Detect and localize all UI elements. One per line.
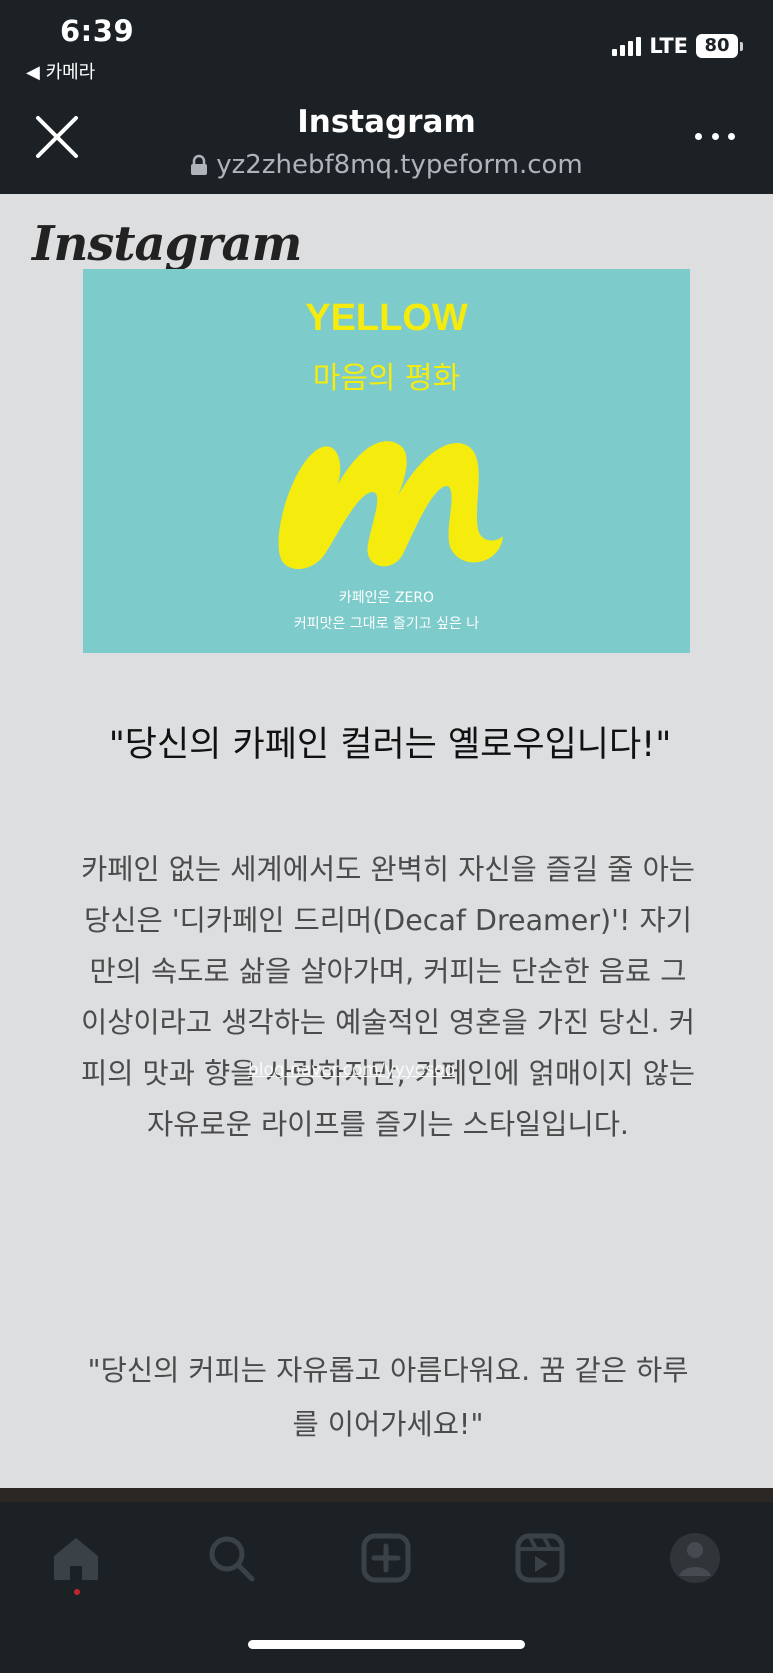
status-time: 6:39 bbox=[60, 14, 135, 48]
battery-icon: 80 bbox=[696, 34, 743, 58]
browser-url-bar[interactable]: yz2zhebf8mq.typeform.com bbox=[0, 150, 773, 180]
browser-url: yz2zhebf8mq.typeform.com bbox=[216, 150, 583, 180]
card-m-graphic-icon bbox=[278, 441, 503, 570]
result-closing-quote: "당신의 커피는 자유롭고 아름다워요. 꿈 같은 하루를 이어가세요!" bbox=[87, 1354, 689, 1441]
browser-title: Instagram bbox=[297, 104, 476, 140]
card-caption-line-2: 커피맛은 그대로 즐기고 싶은 나 bbox=[293, 616, 480, 632]
lock-icon bbox=[191, 154, 208, 175]
more-options-button[interactable] bbox=[695, 128, 735, 144]
nav-profile-button[interactable] bbox=[667, 1530, 723, 1586]
more-icon bbox=[695, 132, 702, 140]
card-caption-line-1: 카페인은 ZERO bbox=[338, 590, 435, 606]
result-card-image: YELLOW 마음의 평화 카페인은 ZERO 커피맛은 그대로 즐기고 싶은 … bbox=[83, 269, 690, 653]
bottom-navigation-bar bbox=[0, 1488, 773, 1673]
nav-search-button[interactable] bbox=[203, 1530, 259, 1586]
nav-reels-button[interactable] bbox=[512, 1530, 568, 1586]
profile-avatar-icon bbox=[670, 1533, 720, 1583]
system-home-indicator[interactable] bbox=[248, 1640, 525, 1649]
result-description: 카페인 없는 세계에서도 완벽히 자신을 즐길 줄 아는 당신은 '디카페인 드… bbox=[80, 853, 696, 1141]
status-bar: 6:39 ◀ 카메라 LTE 80 bbox=[0, 0, 773, 88]
create-icon bbox=[361, 1533, 411, 1583]
network-type: LTE bbox=[649, 34, 688, 58]
card-subtitle: 마음의 평화 bbox=[312, 361, 461, 396]
web-content[interactable]: Instagram YELLOW 마음의 평화 카페인은 ZERO 커피맛은 그… bbox=[0, 194, 773, 1488]
status-indicators: LTE 80 bbox=[612, 34, 743, 58]
instagram-wordmark: Instagram bbox=[32, 216, 302, 272]
card-title: YELLOW bbox=[305, 297, 468, 339]
nav-home-button[interactable] bbox=[48, 1530, 104, 1586]
battery-level: 80 bbox=[696, 34, 738, 58]
home-icon bbox=[54, 1538, 98, 1580]
back-to-app-link[interactable]: ◀ 카메라 bbox=[26, 58, 95, 84]
signal-icon bbox=[612, 36, 642, 56]
result-heading: "당신의 카페인 컬러는 옐로우입니다!" bbox=[108, 725, 672, 765]
search-icon bbox=[209, 1536, 255, 1582]
in-app-browser-header: Instagram yz2zhebf8mq.typeform.com bbox=[0, 88, 773, 194]
active-indicator-dot bbox=[74, 1589, 80, 1595]
reels-icon bbox=[515, 1533, 565, 1583]
blog-watermark: blog.naver.com/yyyesoo bbox=[248, 1060, 455, 1080]
nav-create-button[interactable] bbox=[358, 1530, 414, 1586]
